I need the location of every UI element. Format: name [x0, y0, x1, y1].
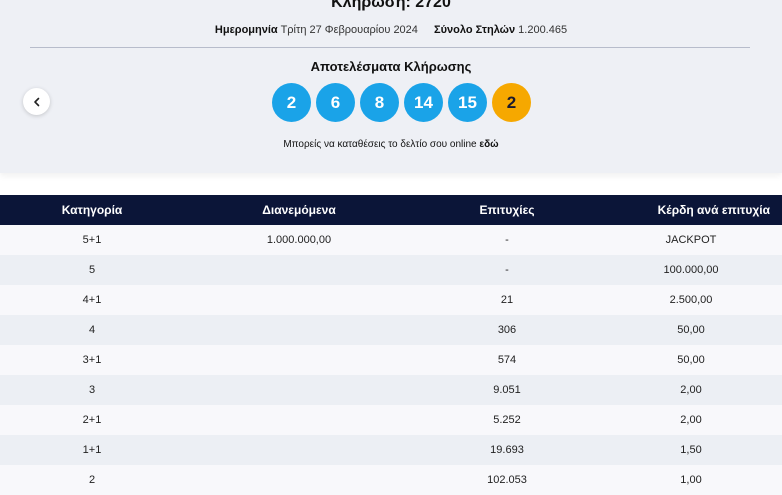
- header-winners: Επιτυχίες: [479, 203, 535, 217]
- results-title: Αποτελέσματα Κλήρωσης: [310, 59, 472, 74]
- cell-winners: -: [505, 234, 509, 246]
- prize-table: Κατηγορία Διανεμόμενα Επιτυχίες Κέρδη αν…: [0, 195, 782, 495]
- cell-prize: 1,50: [680, 444, 702, 456]
- cell-distributed: 1.000.000,00: [266, 234, 332, 246]
- cell-winners: 19.693: [490, 444, 524, 456]
- number-ball: 15: [448, 83, 487, 122]
- cell-winners: 5.252: [493, 414, 521, 426]
- bet-online-label: Μπορείς να καταθέσεις το δελτίο σου onli…: [283, 139, 480, 150]
- number-ball: 2: [272, 83, 311, 122]
- cell-prize: 2.500,00: [669, 294, 713, 306]
- cell-winners: 306: [497, 324, 517, 336]
- cell-category: 3+1: [82, 354, 102, 366]
- header-prize-per-winner: Κέρδη ανά επιτυχία: [657, 203, 770, 217]
- table-row: 1+1 19.693 1,50: [0, 435, 782, 465]
- bet-online-text: Μπορείς να καταθέσεις το δελτίο σου onli…: [0, 139, 782, 150]
- bonus-ball: 2: [492, 83, 531, 122]
- chevron-left-icon: [33, 97, 39, 106]
- cell-winners: 574: [497, 354, 517, 366]
- date-value: Τρίτη 27 Φεβρουαρίου 2024: [280, 24, 418, 36]
- cell-category: 4: [88, 324, 96, 336]
- table-row: 2+1 5.252 2,00: [0, 405, 782, 435]
- cell-category: 1+1: [82, 444, 102, 456]
- cell-winners: 9.051: [493, 384, 521, 396]
- table-row: 4+1 21 2.500,00: [0, 285, 782, 315]
- divider: [30, 47, 750, 48]
- cell-winners: 102.053: [487, 474, 527, 486]
- header-category: Κατηγορία: [61, 203, 123, 217]
- columns-value: 1.200.465: [518, 24, 568, 36]
- date-label: Ημερομηνία: [214, 24, 278, 36]
- cell-prize: 50,00: [677, 354, 705, 366]
- cell-prize: 1,00: [680, 474, 702, 486]
- header-distributed: Διανεμόμενα: [262, 203, 336, 217]
- winning-numbers: 2 6 8 14 15 2: [272, 83, 531, 122]
- table-row: 4 306 50,00: [0, 315, 782, 345]
- table-row: 5 - 100.000,00: [0, 255, 782, 285]
- table-row: 3 9.051 2,00: [0, 375, 782, 405]
- previous-draw-button[interactable]: [23, 88, 50, 115]
- cell-prize: JACKPOT: [665, 234, 717, 246]
- cell-prize: 2,00: [680, 384, 702, 396]
- cell-prize: 50,00: [677, 324, 705, 336]
- number-ball: 14: [404, 83, 443, 122]
- cell-winners: -: [505, 264, 509, 276]
- cell-winners: 21: [500, 294, 514, 306]
- cell-prize: 2,00: [680, 414, 702, 426]
- cell-category: 4+1: [82, 294, 102, 306]
- table-header: Κατηγορία Διανεμόμενα Επιτυχίες Κέρδη αν…: [0, 195, 782, 225]
- draw-info-panel: Κλήρωση: 2720 Ημερομηνία Τρίτη 27 Φεβρου…: [0, 0, 782, 173]
- cell-category: 3: [88, 384, 96, 396]
- draw-title: Κλήρωση: 2720: [331, 0, 451, 11]
- table-row: 3+1 574 50,00: [0, 345, 782, 375]
- number-ball: 8: [360, 83, 399, 122]
- columns-label: Σύνολο Στηλών: [434, 24, 516, 36]
- draw-meta: Ημερομηνία Τρίτη 27 Φεβρουαρίου 2024 Σύν…: [0, 24, 782, 36]
- cell-category: 5: [88, 264, 96, 276]
- cell-category: 2+1: [82, 414, 102, 426]
- bet-online-link[interactable]: εδώ: [479, 139, 498, 150]
- table-row: 2 102.053 1,00: [0, 465, 782, 495]
- number-ball: 6: [316, 83, 355, 122]
- cell-category: 2: [88, 474, 96, 486]
- cell-prize: 100.000,00: [663, 264, 719, 276]
- cell-category: 5+1: [82, 234, 102, 246]
- table-row: 5+1 1.000.000,00 - JACKPOT: [0, 225, 782, 255]
